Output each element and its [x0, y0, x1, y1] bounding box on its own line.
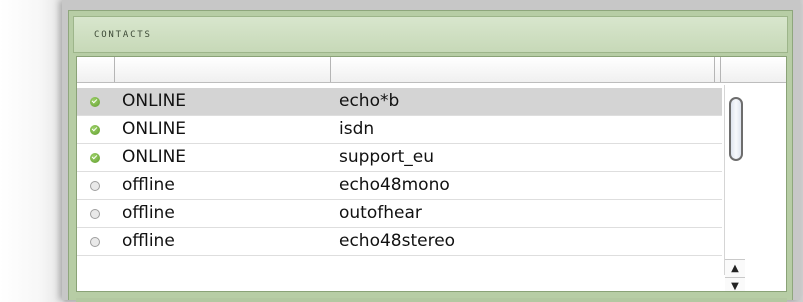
arrow-up-icon[interactable]: ▲	[725, 259, 745, 278]
table-column-header	[77, 57, 786, 83]
column-separator[interactable]	[714, 57, 715, 82]
contact-row[interactable]: offline outofhear	[77, 200, 722, 228]
contact-row[interactable]: offline echo48stereo	[77, 228, 722, 256]
contact-status: ONLINE	[122, 91, 187, 111]
scroll-thumb[interactable]	[729, 97, 743, 161]
contacts-table: ONLINE echo*b ONLINE isdn ONLINE support_euof…	[76, 56, 787, 292]
gray-hollow-dot-icon	[90, 181, 100, 191]
contact-name: outofhear	[339, 203, 422, 223]
contact-status: ONLINE	[122, 119, 187, 139]
column-separator[interactable]	[330, 57, 331, 82]
contact-status: offline	[122, 231, 175, 251]
contact-name: echo48mono	[339, 175, 450, 195]
panel-footer-strip	[76, 298, 787, 302]
panel-title: CONTACTS	[94, 30, 152, 40]
green-check-dot-icon	[90, 125, 100, 135]
gray-hollow-dot-icon	[90, 237, 100, 247]
scroll-track[interactable]	[724, 85, 746, 275]
contact-row[interactable]: offline echo48mono	[77, 172, 722, 200]
gray-hollow-dot-icon	[90, 209, 100, 219]
column-separator[interactable]	[720, 57, 721, 82]
arrow-down-icon[interactable]: ▼	[725, 277, 745, 291]
contact-name: isdn	[339, 119, 375, 139]
contacts-window: CONTACTS ONLINE echo*b ONLINE isdn ONLINE sup…	[62, 0, 800, 302]
green-check-dot-icon	[90, 97, 100, 107]
contact-status: ONLINE	[122, 147, 187, 167]
contact-name: echo48stereo	[339, 231, 456, 251]
contact-row[interactable]: ONLINE echo*b	[77, 88, 722, 116]
green-check-dot-icon	[90, 153, 100, 163]
contact-status: offline	[122, 175, 175, 195]
contact-name: support_eu	[339, 147, 435, 167]
panel-header: CONTACTS	[73, 16, 788, 53]
contact-row[interactable]: ONLINE support_eu	[77, 144, 722, 172]
contact-name: echo*b	[339, 91, 400, 111]
column-separator[interactable]	[114, 57, 115, 82]
contact-status: offline	[122, 203, 175, 223]
vertical-scrollbar[interactable]: ▲ ▼	[722, 83, 786, 291]
contact-row[interactable]: ONLINE isdn	[77, 116, 722, 144]
contacts-panel: CONTACTS ONLINE echo*b ONLINE isdn ONLINE sup…	[68, 10, 793, 302]
